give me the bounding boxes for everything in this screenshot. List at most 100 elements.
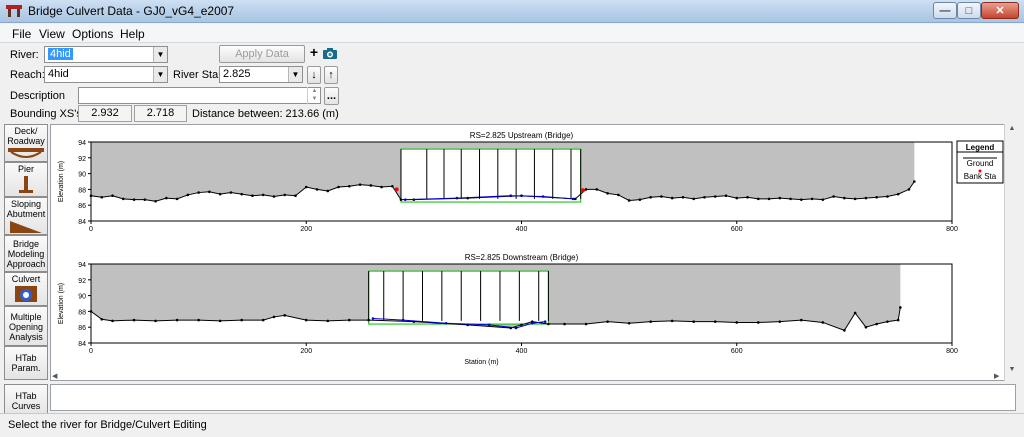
ground-point (638, 198, 642, 201)
ground-point (132, 198, 136, 201)
ground-point (692, 320, 695, 323)
x-tick-label: 0 (89, 348, 93, 355)
ground-point (111, 319, 114, 323)
river-sta-select[interactable]: 2.825 ▼ (219, 66, 303, 83)
ground-point (670, 319, 674, 323)
river-sta-value: 2.825 (223, 68, 251, 80)
culvert-invert-point (487, 323, 491, 327)
distance-between-text: Distance between: 213.66 (m) (192, 108, 339, 120)
culvert-icon (15, 286, 37, 302)
ground-point (337, 185, 340, 189)
pier-button[interactable]: Pier (4, 162, 48, 197)
deck-roadway-button[interactable]: Deck/ Roadway (4, 124, 48, 162)
ground-point (886, 195, 889, 198)
bridge-opening (368, 270, 549, 325)
ground-point (367, 318, 370, 322)
culvert-button[interactable]: Culvert (4, 272, 48, 306)
y-tick-label: 92 (78, 156, 86, 163)
bounding-xs-upstream: 2.932 (78, 105, 132, 122)
ground-point (186, 193, 190, 197)
menu-bar: File View Options Help (0, 24, 1024, 43)
ground-point (821, 198, 825, 201)
ground-point (111, 194, 114, 198)
horizontal-scrollbar[interactable]: ◀ ▶ (50, 372, 1010, 381)
ground-point (735, 321, 739, 324)
scroll-right-icon[interactable]: ▶ (994, 372, 1004, 381)
tool-label: Multiple Opening Analysis (8, 312, 44, 342)
ground-point (283, 314, 287, 317)
bounding-xs-label: Bounding XS's: (10, 108, 85, 120)
culvert-invert-point (401, 318, 405, 322)
ground-point (800, 198, 803, 201)
ground-point (218, 319, 222, 323)
menu-view[interactable]: View (39, 27, 65, 41)
ground-point (670, 196, 674, 200)
arrow-down-icon[interactable]: ↓ (307, 66, 321, 84)
camera-icon[interactable] (322, 46, 338, 60)
window-title: Bridge Culvert Data - GJ0_vG4_e2007 (28, 4, 235, 18)
ground-point (810, 197, 814, 201)
status-bar: Select the river for Bridge/Culvert Edit… (0, 413, 1024, 437)
description-field[interactable] (78, 87, 321, 104)
add-icon[interactable]: + (307, 45, 321, 63)
x-tick-label: 800 (946, 348, 958, 355)
scroll-up-icon[interactable]: ▲ (1006, 125, 1018, 137)
minimize-button[interactable]: — (933, 2, 957, 19)
river-select[interactable]: 4hid ▼ (44, 46, 168, 63)
upstream-chart: RS=2.825 Upstream (Bridge) 84 86 88 90 92 94 0 2… (58, 131, 958, 233)
htab-param-button[interactable]: HTab Param. (4, 346, 48, 380)
vertical-scrollbar[interactable]: ▲ ▼ (1004, 124, 1019, 381)
river-value: 4hid (48, 48, 73, 60)
reach-select[interactable]: 4hid ▼ (44, 66, 168, 83)
ground-point (121, 197, 125, 201)
river-label: River: (10, 49, 39, 61)
bridge-modeling-approach-button[interactable]: Bridge Modeling Approach (4, 235, 48, 272)
ground-point (627, 199, 631, 202)
y-tick-label: 92 (78, 278, 86, 285)
htab-curves-button[interactable]: HTab Curves (4, 384, 48, 416)
ground-point (294, 194, 297, 198)
ground-point (875, 322, 878, 326)
ground-point (143, 198, 147, 201)
maximize-button[interactable]: □ (957, 2, 981, 19)
ground-point (649, 196, 652, 199)
river-sta-label: River Sta.: (173, 69, 225, 81)
description-more-button[interactable]: ... (324, 87, 339, 105)
ground-point (197, 318, 200, 322)
x-tick-label: 600 (731, 348, 743, 355)
ground-point (627, 321, 631, 325)
sloping-abutment-button[interactable]: Sloping Abutment (4, 197, 48, 235)
ground-point (547, 322, 550, 326)
menu-options[interactable]: Options (72, 27, 113, 41)
status-text: Select the river for Bridge/Culvert Edit… (8, 419, 207, 431)
arrow-up-icon[interactable]: ↑ (324, 66, 338, 84)
y-tick-label: 88 (78, 309, 86, 316)
reach-label: Reach: (10, 69, 45, 81)
ground-point (681, 196, 685, 199)
ground-point (261, 318, 265, 322)
scroll-left-icon[interactable]: ◀ (52, 372, 62, 381)
tool-label: HTab Param. (11, 353, 41, 373)
close-button[interactable]: ✕ (981, 2, 1019, 19)
menu-help[interactable]: Help (120, 27, 145, 41)
culvert-invert-point (571, 197, 575, 201)
ground-point (208, 190, 211, 194)
ground-point (304, 185, 308, 189)
ground-point (326, 189, 330, 193)
y-tick-label: 90 (78, 294, 86, 301)
ground-point (853, 197, 857, 201)
ground-point (913, 180, 916, 183)
ground-point (843, 196, 846, 200)
title-bar: Bridge Culvert Data - GJ0_vG4_e2007 — □ … (0, 0, 1024, 23)
description-spinner[interactable]: ▲ ▼ (307, 87, 321, 104)
menu-file[interactable]: File (12, 27, 31, 41)
bank-station-point (394, 187, 399, 192)
ground-point (563, 322, 566, 326)
message-panel (50, 384, 1016, 411)
ground-point (713, 195, 717, 198)
ground-point (348, 184, 351, 188)
apply-data-button[interactable]: Apply Data (219, 45, 305, 63)
culvert-invert-point (455, 196, 459, 200)
multiple-opening-analysis-button[interactable]: Multiple Opening Analysis (4, 306, 48, 346)
ground-point (756, 321, 760, 324)
